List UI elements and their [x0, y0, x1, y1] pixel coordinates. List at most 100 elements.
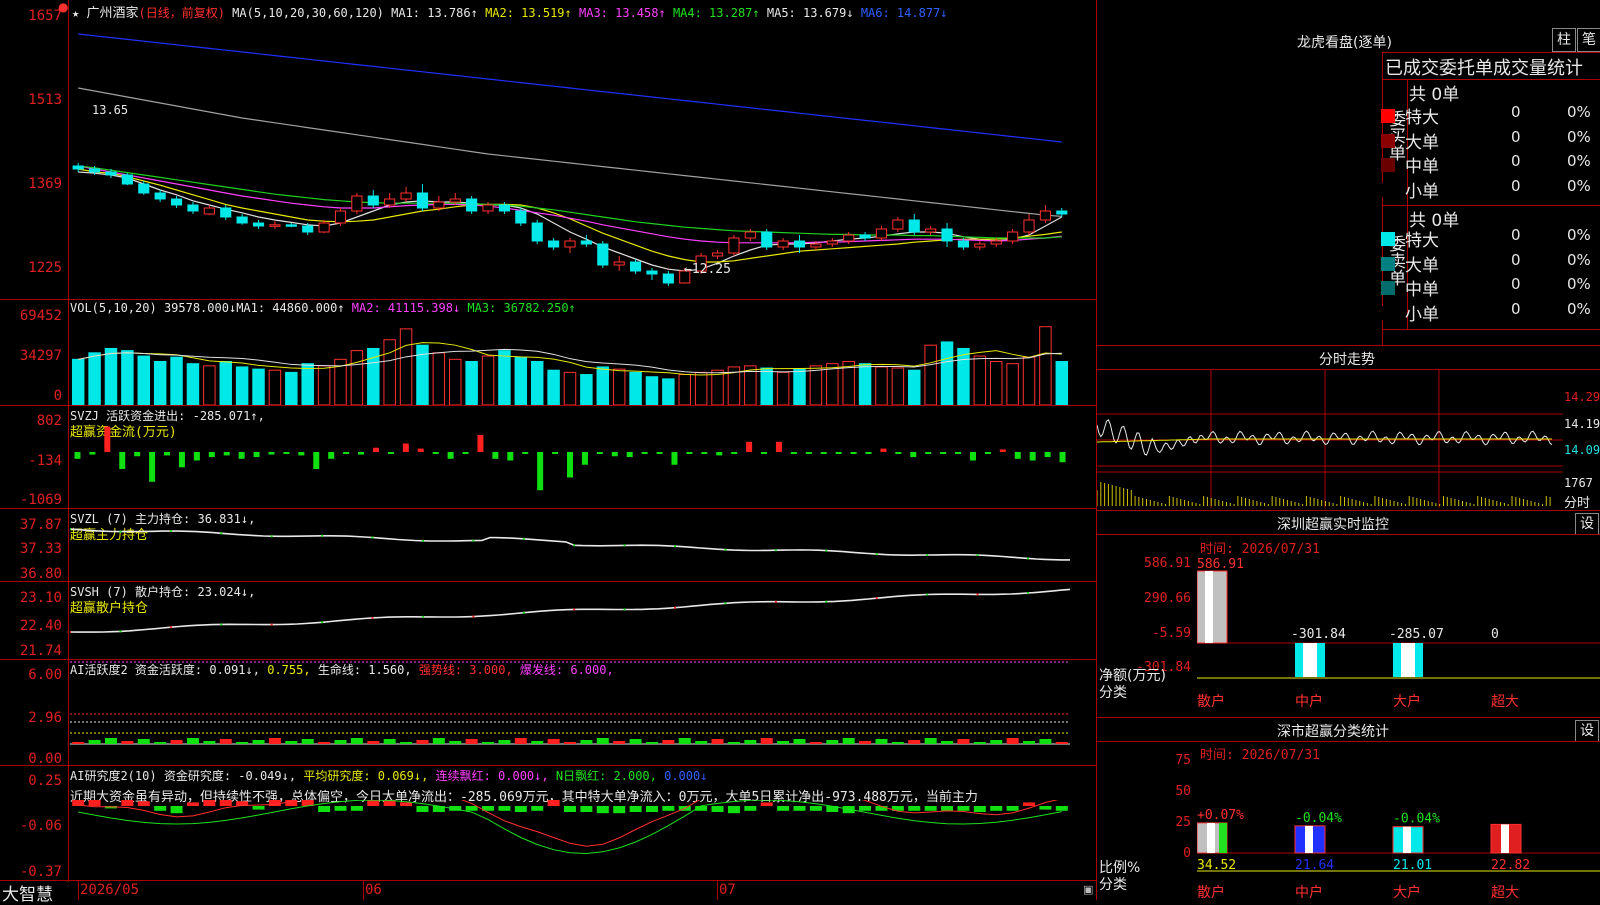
candle-body	[662, 273, 674, 284]
volume-bar	[973, 355, 987, 405]
flow-bar	[925, 452, 932, 454]
active-bar	[1023, 741, 1036, 744]
x-axis-label: 2026/05	[80, 882, 140, 898]
svsh-chart[interactable]	[70, 582, 1096, 659]
flow-bar	[507, 452, 514, 461]
flow-bar	[641, 452, 648, 454]
active-bar	[154, 742, 167, 744]
research-bar	[1023, 802, 1036, 806]
price-ytick: 1369	[28, 176, 62, 192]
intraday-panel[interactable]: 分时走势 14.29 14.19 14.09 1767 分时	[1097, 345, 1600, 511]
lock-icon[interactable]: ▣	[1083, 883, 1093, 896]
flow-bar	[268, 452, 275, 455]
monitor-settings-button[interactable]: 设	[1575, 513, 1599, 535]
svzl-chart[interactable]	[70, 509, 1096, 581]
main-chart-area[interactable]: 1657 1513 1369 1225 ★ 广州酒家(日线，前复权) MA(5,…	[0, 0, 1097, 905]
order-percent: 0%	[1567, 226, 1591, 244]
active-bar	[121, 741, 134, 744]
candle-body	[187, 204, 199, 212]
legend-swatch	[1381, 256, 1395, 271]
flow-bar	[880, 448, 887, 452]
candle-body	[433, 201, 445, 209]
candle-body	[449, 198, 461, 203]
volume-chart[interactable]	[70, 300, 1096, 405]
volume-bar	[137, 355, 151, 405]
ai-research-chart[interactable]	[70, 800, 1096, 880]
flow-bar	[984, 452, 991, 454]
volume-bar	[563, 371, 577, 405]
flow-bar	[537, 452, 544, 491]
flow-bar	[178, 452, 185, 468]
main-holding-line-dot	[220, 532, 223, 535]
tick-mode-button[interactable]: 笔	[1577, 28, 1600, 52]
retail-holding-line-dot	[623, 608, 626, 611]
vol-ytick: 69452	[19, 308, 62, 324]
active-bar	[859, 741, 872, 744]
svzj-chart[interactable]	[70, 406, 1096, 508]
classify-panel: 深市超赢分类统计 设 时间: 2026/07/31 75 50 25 0 比例%…	[1097, 717, 1600, 900]
main-holding-line-dot	[623, 544, 626, 547]
candlestick-chart[interactable]	[70, 16, 1096, 298]
active-bar	[629, 739, 642, 744]
volume-bar	[530, 361, 544, 405]
ai-active-chart[interactable]	[70, 660, 1096, 765]
flow-bar	[208, 452, 215, 458]
active-bar	[727, 742, 740, 744]
active-bar	[367, 741, 380, 744]
candle-body	[597, 243, 609, 266]
monitor-xlabel: 分类	[1099, 685, 1127, 701]
candle-body	[236, 216, 248, 224]
ratio-delta-label: +0.07%	[1197, 808, 1244, 823]
volume-bar	[285, 371, 298, 405]
volume-bar	[826, 363, 839, 405]
bar-mode-button[interactable]: 柱	[1552, 28, 1576, 52]
flow-bar	[447, 452, 454, 459]
order-count: 0	[1511, 127, 1521, 146]
research-bar	[990, 806, 1003, 811]
ma-line-gray	[78, 87, 1062, 217]
candle-body	[334, 210, 347, 224]
retail-holding-line-dot	[70, 631, 71, 633]
legend-swatch	[1381, 305, 1395, 320]
candle-body	[1056, 210, 1068, 215]
order-class-label: 大单	[1405, 132, 1439, 153]
main-holding-line-dot	[522, 537, 525, 540]
candle-body	[761, 231, 773, 248]
candle-body	[777, 240, 789, 248]
category-label: 大户	[1393, 693, 1421, 710]
research-bar	[334, 806, 347, 811]
flow-bar	[134, 452, 141, 457]
active-bar	[514, 738, 527, 744]
research-bar	[973, 806, 986, 812]
volume-bar	[514, 356, 528, 405]
volume-bar	[678, 374, 691, 405]
main-holding-line-dot	[926, 554, 929, 557]
svsh-ytick: 23.10	[19, 590, 62, 606]
research-bar	[170, 806, 183, 814]
monitor-bar-chart[interactable]: 586.91 散户 -301.84 中户 -285.07 大户 0 超大	[1197, 536, 1600, 717]
flow-bar	[89, 452, 96, 455]
classify-settings-button[interactable]: 设	[1575, 720, 1599, 742]
research-bar	[252, 806, 265, 810]
volume-bar	[924, 344, 937, 405]
legend-swatch	[1381, 109, 1395, 123]
classify-ytick: 25	[1175, 815, 1191, 830]
research-bar	[268, 800, 281, 806]
ratio-bar-highlight	[1403, 826, 1411, 853]
ma-line-blue	[78, 33, 1062, 143]
candle-body	[826, 240, 838, 245]
flow-bar	[253, 452, 260, 458]
candle-body	[548, 240, 560, 248]
flow-bar	[149, 452, 156, 482]
retail-holding-line-dot	[774, 600, 777, 603]
svzl-ytick: 37.33	[19, 541, 62, 557]
active-bar	[613, 741, 626, 744]
intraday-chart[interactable]	[1097, 370, 1563, 508]
classify-bar-chart[interactable]: +0.07%34.52散户-0.04%21.64中户-0.04%21.01大户2…	[1197, 743, 1600, 900]
classify-ytick: 75	[1175, 753, 1191, 768]
volume-bar	[219, 361, 232, 405]
order-percent: 0%	[1567, 103, 1591, 121]
order-count: 0	[1511, 250, 1521, 269]
active-bar	[88, 740, 101, 744]
buy-total: 共 0单	[1409, 85, 1460, 105]
